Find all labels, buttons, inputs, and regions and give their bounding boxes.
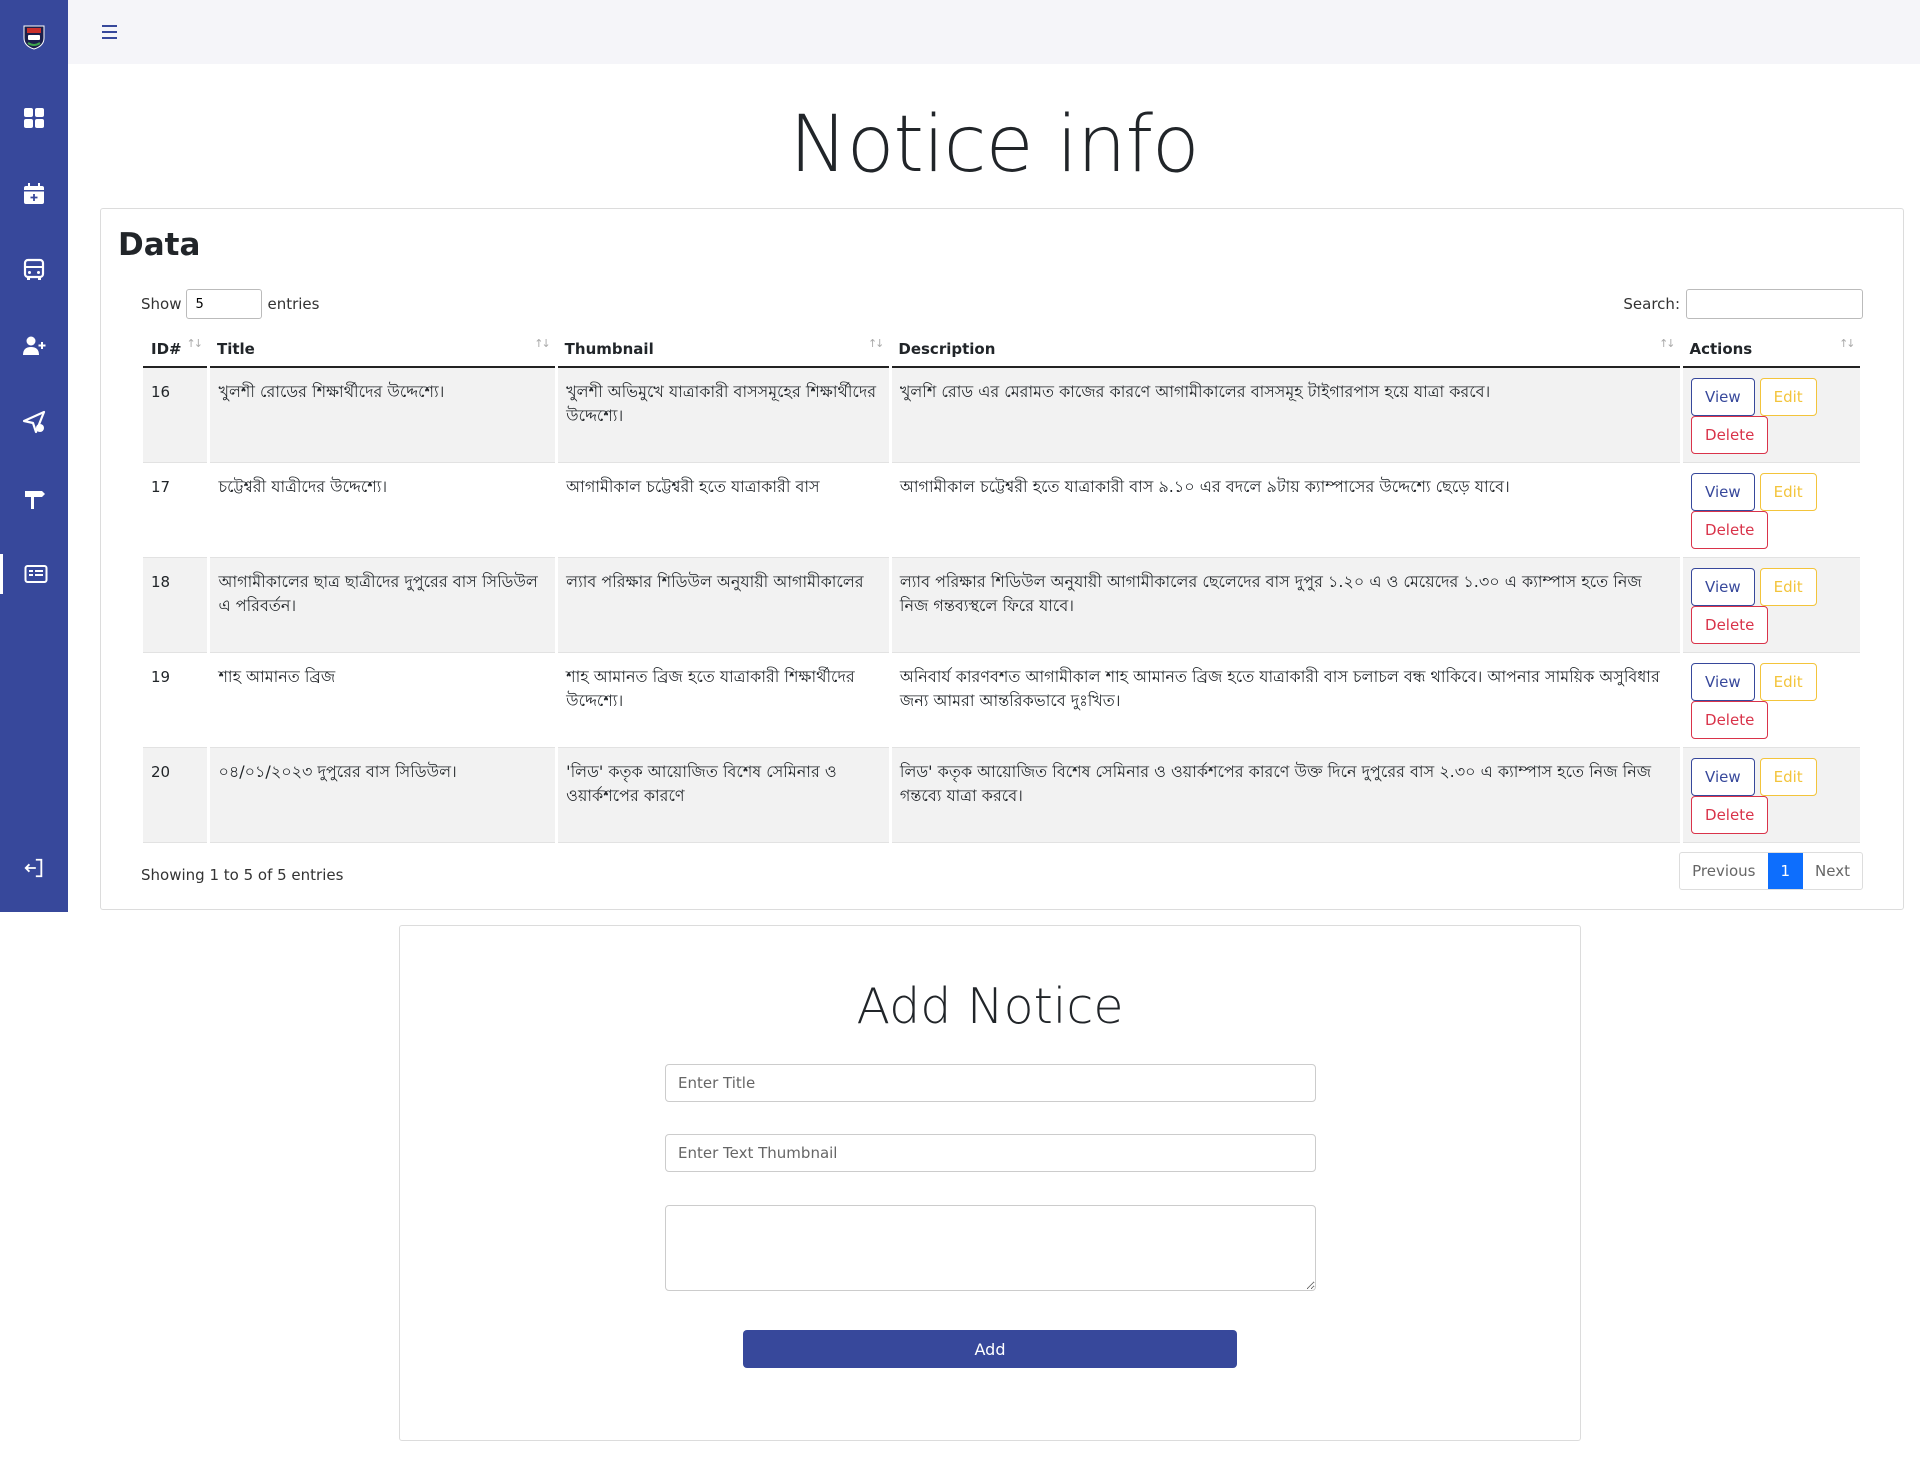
column-header-thumbnail[interactable]: Thumbnail ↑↓ — [556, 331, 891, 368]
cell-thumbnail: খুলশী অভিমুখে যাত্রাকারী বাসসমূহের শিক্ষ… — [556, 367, 892, 463]
calendar-add-icon — [24, 183, 44, 204]
sort-icon: ↑↓ — [867, 337, 885, 350]
notice-table: ID# ↑↓ Title ↑↓ Thumbnail ↑↓ Description ↑↓ … — [143, 331, 1863, 843]
show-label: Show — [141, 295, 182, 313]
view-button[interactable]: View — [1691, 662, 1755, 701]
cell-title: খুলশী রোডের শিক্ষার্থীদের উদ্দেশ্যে। — [208, 367, 559, 463]
edit-button[interactable]: Edit — [1759, 757, 1817, 796]
cell-title: ০৪/০১/২০২৩ দুপুরের বাস সিডিউল। — [208, 747, 559, 843]
pagination-next[interactable]: Next — [1803, 853, 1862, 889]
add-button[interactable]: Add — [743, 1330, 1237, 1368]
table-search: Search: — [1623, 289, 1863, 319]
sidebar-item-add-user[interactable] — [0, 326, 68, 366]
cell-thumbnail: 'লিড' কতৃক আয়োজিত বিশেষ সেমিনার ও ওয়ার… — [556, 747, 892, 843]
view-button[interactable]: View — [1691, 757, 1755, 796]
card-title: Data — [118, 227, 201, 263]
logout-icon — [24, 858, 43, 878]
column-header-description[interactable]: Description ↑↓ — [890, 331, 1682, 368]
column-header-title[interactable]: Title ↑↓ — [208, 331, 557, 368]
delete-button[interactable]: Delete — [1691, 605, 1769, 644]
sidebar-item-send[interactable] — [0, 402, 68, 442]
bus-icon — [23, 258, 45, 280]
cell-id: 18 — [143, 557, 211, 653]
pagination-previous[interactable]: Previous — [1680, 853, 1767, 889]
cell-description: ল্যাব পরিক্ষার শিডিউল অনুযায়ী আগামীকালে… — [890, 557, 1684, 653]
cell-actions: View Edit Delete — [1681, 367, 1863, 463]
thumbnail-input[interactable] — [665, 1134, 1316, 1172]
table-row: 18 আগামীকালের ছাত্র ছাত্রীদের দুপুরের বা… — [143, 557, 1863, 653]
delete-button[interactable]: Delete — [1691, 795, 1769, 834]
hamburger-menu-icon[interactable] — [102, 22, 124, 42]
edit-button[interactable]: Edit — [1759, 567, 1817, 606]
cell-actions: View Edit Delete — [1681, 652, 1863, 748]
data-card: Data Show entries Search: ID#↑↓ Title↑↓ … — [100, 208, 1904, 910]
sidebar — [0, 0, 68, 912]
table-row: 20 ০৪/০১/২০২৩ দুপুরের বাস সিডিউল। 'লিড' … — [143, 747, 1863, 843]
edit-button[interactable]: Edit — [1759, 472, 1817, 511]
add-notice-card: Add Notice Add — [399, 925, 1581, 1441]
table-row: 17 চট্টেশ্বরী যাত্রীদের উদ্দেশ্যে। আগামী… — [143, 462, 1863, 558]
sidebar-item-dashboard[interactable] — [0, 98, 68, 138]
table-row: 19 শাহ আমানত ব্রিজ শাহ আমানত ব্রিজ হতে য… — [143, 652, 1863, 748]
cell-title: চট্টেশ্বরী যাত্রীদের উদ্দেশ্যে। — [208, 462, 559, 558]
column-header-id[interactable]: ID# ↑↓ — [143, 331, 209, 368]
view-button[interactable]: View — [1691, 472, 1755, 511]
view-button[interactable]: View — [1691, 378, 1755, 416]
sidebar-item-bus[interactable] — [0, 250, 68, 290]
cell-description: লিড' কতৃক আয়োজিত বিশেষ সেমিনার ও ওয়ার্… — [890, 747, 1684, 843]
cell-description: অনিবার্য কারণবশত আগামীকাল শাহ আমানত ব্রি… — [890, 652, 1684, 748]
pagination-page-1[interactable]: 1 — [1767, 853, 1804, 889]
cell-id: 17 — [143, 462, 211, 558]
dashboard-grid-icon — [24, 108, 44, 128]
delete-button[interactable]: Delete — [1691, 700, 1769, 739]
pagination: Previous 1 Next — [1679, 852, 1863, 890]
cell-title: শাহ আমানত ব্রিজ — [208, 652, 559, 748]
page-title: Notice info — [789, 100, 1199, 190]
edit-button[interactable]: Edit — [1759, 662, 1817, 701]
cell-title: আগামীকালের ছাত্র ছাত্রীদের দুপুরের বাস স… — [208, 557, 559, 653]
signpost-icon — [25, 491, 45, 509]
add-user-icon — [23, 336, 46, 355]
search-label: Search: — [1623, 295, 1680, 313]
search-input[interactable] — [1686, 289, 1863, 319]
table-info: Showing 1 to 5 of 5 entries — [141, 866, 344, 884]
cell-id: 16 — [143, 367, 211, 463]
view-button[interactable]: View — [1691, 567, 1755, 606]
cell-id: 19 — [143, 652, 211, 748]
notice-card-icon — [24, 565, 47, 583]
sort-icon: ↑↓ — [534, 337, 551, 350]
sort-icon: ↑↓ — [186, 337, 204, 350]
cell-thumbnail: ল্যাব পরিক্ষার শিডিউল অনুযায়ী আগামীকালে… — [556, 557, 892, 653]
entries-per-page-input[interactable] — [186, 289, 263, 319]
cell-thumbnail: শাহ আমানত ব্রিজ হতে যাত্রাকারী শিক্ষার্থ… — [556, 652, 892, 748]
cell-description: আগামীকাল চট্টেশ্বরী হতে যাত্রাকারী বাস ৯… — [890, 462, 1684, 558]
entries-length: Show entries — [141, 289, 319, 319]
cell-actions: View Edit Delete — [1681, 747, 1863, 843]
sort-icon: ↑↓ — [1659, 337, 1676, 350]
description-textarea[interactable] — [665, 1205, 1316, 1291]
add-notice-title: Add Notice — [856, 978, 1124, 1035]
column-header-actions[interactable]: Actions ↑↓ — [1681, 331, 1862, 368]
send-icon — [22, 410, 46, 434]
delete-button[interactable]: Delete — [1691, 510, 1769, 549]
cell-id: 20 — [143, 747, 211, 843]
sidebar-item-notice[interactable] — [0, 554, 68, 594]
sidebar-item-routes[interactable] — [0, 478, 68, 518]
cell-actions: View Edit Delete — [1681, 462, 1863, 558]
delete-button[interactable]: Delete — [1691, 416, 1769, 454]
cell-description: খুলশি রোড এর মেরামত কাজের কারণে আগামীকাল… — [890, 367, 1684, 463]
title-input[interactable] — [665, 1064, 1316, 1102]
edit-button[interactable]: Edit — [1759, 378, 1817, 416]
sort-icon: ↑↓ — [1839, 337, 1856, 350]
topbar — [68, 0, 1920, 64]
table-row: 16 খুলশী রোডের শিক্ষার্থীদের উদ্দেশ্যে। … — [143, 367, 1863, 463]
university-logo-icon[interactable] — [22, 22, 46, 50]
table-header-row: ID# ↑↓ Title ↑↓ Thumbnail ↑↓ Description ↑↓ … — [143, 331, 1862, 368]
sidebar-item-schedule[interactable] — [0, 174, 68, 214]
entries-label: entries — [267, 295, 320, 313]
cell-thumbnail: আগামীকাল চট্টেশ্বরী হতে যাত্রাকারী বাস — [556, 462, 892, 558]
sidebar-item-logout[interactable] — [0, 848, 68, 888]
cell-actions: View Edit Delete — [1681, 557, 1863, 653]
